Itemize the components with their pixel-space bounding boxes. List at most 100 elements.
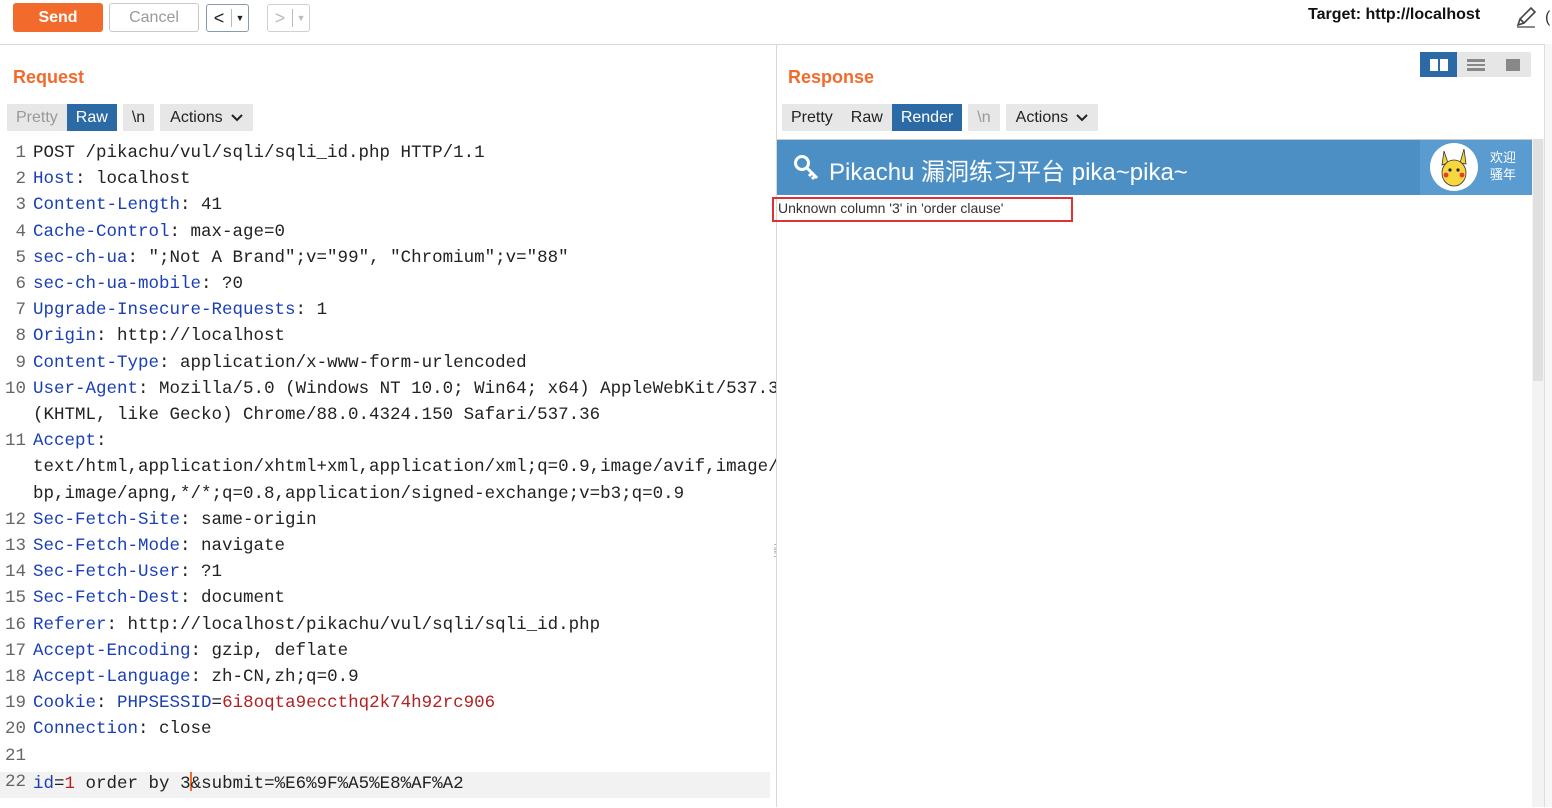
- editor-line[interactable]: 19 Cookie: PHPSESSID=6i8oqta9eccthq2k74h9…: [0, 693, 770, 719]
- line-code: Connection: close: [33, 719, 212, 739]
- tab-render[interactable]: Render: [891, 104, 963, 131]
- line-number: 16: [4, 614, 26, 635]
- header-name: Accept: [33, 431, 97, 452]
- editor-line[interactable]: 8 Origin: http://localhost: [0, 326, 770, 352]
- header-name: Accept-Language: [33, 667, 191, 687]
- header-separator: :: [180, 536, 202, 556]
- editor-line[interactable]: 9 Content-Type: application/x-www-form-ur…: [0, 353, 770, 379]
- header-separator: :: [190, 667, 212, 687]
- pencil-icon[interactable]: [1514, 5, 1538, 29]
- back-history-dropdown-icon[interactable]: ▼: [232, 13, 248, 23]
- editor-line[interactable]: text/html,application/xhtml+xml,applicat…: [0, 457, 800, 483]
- editor-line[interactable]: 12 Sec-Fetch-Site: same-origin: [0, 510, 770, 536]
- forward-nav-button[interactable]: > ▼: [267, 4, 310, 32]
- editor-line[interactable]: 21: [0, 746, 770, 772]
- line-code: User-Agent: Mozilla/5.0 (Windows NT 10.0…: [33, 379, 789, 399]
- header-value: document: [201, 588, 286, 609]
- header-separator: :: [96, 326, 118, 347]
- tab-raw[interactable]: Raw: [841, 104, 892, 131]
- editor-line[interactable]: 20 Connection: close: [0, 719, 770, 745]
- body-text: order by 3: [75, 773, 191, 794]
- layout-side-by-side-button[interactable]: [1420, 52, 1457, 77]
- header-value: text/html,application/xhtml+xml,applicat…: [33, 457, 800, 478]
- editor-line[interactable]: 17 Accept-Encoding: gzip, deflate: [0, 641, 770, 667]
- request-title: Request: [13, 67, 85, 87]
- response-title: Response: [788, 67, 875, 87]
- line-code: Cookie: PHPSESSID=6i8oqta9eccthq2k74h92r…: [33, 693, 495, 713]
- banner-title: Pikachu 漏洞练习平台 pika~pika~: [829, 159, 1188, 186]
- header-name: Origin: [33, 326, 97, 347]
- editor-line[interactable]: bp,image/apng,*/*;q=0.8,application/sign…: [0, 484, 770, 510]
- header-separator: :: [180, 588, 202, 609]
- key-icon: [794, 155, 819, 181]
- request-actions-dropdown[interactable]: Actions: [160, 104, 253, 131]
- tab-newline-toggle[interactable]: \n: [122, 104, 155, 131]
- header-value: navigate: [201, 536, 286, 556]
- line-code: Content-Length: 41: [33, 195, 222, 215]
- inspector-collapsed-strip[interactable]: [1544, 44, 1552, 807]
- header-value: ";Not A Brand";v="99", "Chromium";v="88": [148, 247, 569, 268]
- request-tabs: Pretty Raw \n Actions: [7, 104, 253, 131]
- line-number: 1: [15, 143, 26, 163]
- response-actions-dropdown[interactable]: Actions: [1005, 104, 1099, 131]
- line-code: sec-ch-ua: ";Not A Brand";v="99", "Chrom…: [33, 248, 569, 268]
- editor-line[interactable]: 11 Accept:: [0, 431, 770, 457]
- line-code: sec-ch-ua-mobile: ?0: [33, 274, 243, 294]
- back-nav-button[interactable]: < ▼: [206, 4, 249, 32]
- equals-sign: =: [54, 773, 65, 794]
- header-value: same-origin: [201, 509, 317, 530]
- editor-line[interactable]: 4 Cache-Control: max-age=0: [0, 222, 770, 248]
- header-separator: :: [201, 274, 223, 294]
- tab-raw[interactable]: Raw: [66, 104, 117, 131]
- header-separator: :: [180, 195, 202, 216]
- editor-line[interactable]: 18 Accept-Language: zh-CN,zh;q=0.9: [0, 667, 770, 693]
- header-name: Cache-Control: [33, 221, 170, 242]
- line-code: Origin: http://localhost: [33, 326, 285, 346]
- header-value: http://localhost/pikachu/vul/sqli/sqli_i…: [127, 614, 601, 635]
- editor-line[interactable]: 3 Content-Length: 41: [0, 195, 770, 221]
- response-scrollbar-thumb[interactable]: [1533, 139, 1543, 381]
- line-code: Referer: http://localhost/pikachu/vul/sq…: [33, 615, 600, 635]
- header-value: 1: [316, 300, 328, 321]
- sql-error-message: Unknown column '3' in 'order clause': [778, 200, 1004, 216]
- line-number: 8: [15, 326, 26, 347]
- editor-line[interactable]: 2 Host: localhost: [0, 169, 770, 195]
- tab-pretty[interactable]: Pretty: [782, 104, 842, 131]
- header-name: sec-ch-ua: [33, 247, 128, 268]
- tab-pretty[interactable]: Pretty: [7, 104, 67, 131]
- splitter-handle[interactable]: ⋮ ⋮: [770, 544, 780, 559]
- header-name: Cookie: [33, 693, 97, 714]
- header-separator: :: [180, 509, 202, 530]
- tab-newline-toggle[interactable]: \n: [968, 104, 1000, 131]
- send-button[interactable]: Send: [13, 3, 103, 32]
- editor-line[interactable]: 7 Upgrade-Insecure-Requests: 1: [0, 300, 770, 326]
- layout-stacked-button[interactable]: [1457, 52, 1494, 77]
- help-icon[interactable]: (: [1545, 9, 1550, 27]
- editor-line[interactable]: 5 sec-ch-ua: ";Not A Brand";v="99", "Chro…: [0, 248, 770, 274]
- editor-line[interactable]: 15 Sec-Fetch-Dest: document: [0, 588, 770, 614]
- line-number: 17: [4, 640, 26, 661]
- editor-line[interactable]: (KHTML, like Gecko) Chrome/88.0.4324.150…: [0, 405, 770, 431]
- editor-line[interactable]: 13 Sec-Fetch-Mode: navigate: [0, 536, 770, 562]
- back-arrow-icon[interactable]: <: [207, 8, 231, 29]
- header-value: (KHTML, like Gecko) Chrome/88.0.4324.150…: [33, 405, 601, 425]
- header-separator: :: [75, 169, 97, 190]
- cancel-button[interactable]: Cancel: [109, 3, 199, 32]
- forward-history-dropdown-icon[interactable]: ▼: [293, 13, 309, 23]
- line-code: bp,image/apng,*/*;q=0.8,application/sign…: [33, 484, 684, 504]
- editor-line[interactable]: 14 Sec-Fetch-User: ?1: [0, 562, 770, 588]
- line-number: 4: [15, 221, 26, 242]
- request-editor[interactable]: 1 POST /pikachu/vul/sqli/sqli_id.php HTTP…: [0, 141, 800, 807]
- forward-arrow-icon[interactable]: >: [268, 8, 292, 29]
- editor-line[interactable]: 10 User-Agent: Mozilla/5.0 (Windows NT 10…: [0, 379, 789, 405]
- editor-line[interactable]: 16 Referer: http://localhost/pikachu/vul/…: [0, 615, 770, 641]
- editor-line[interactable]: 6 sec-ch-ua-mobile: ?0: [0, 274, 770, 300]
- layout-tabs-button[interactable]: [1494, 52, 1531, 77]
- body-text: &submit=%E6%9F%A5%E8%AF%A2: [190, 773, 464, 794]
- line-code: Sec-Fetch-Dest: document: [33, 588, 285, 608]
- target-label: Target: http://localhost: [1308, 6, 1481, 23]
- header-separator: :: [190, 640, 212, 661]
- header-value: application/x-www-form-urlencoded: [180, 352, 527, 373]
- body-line[interactable]: 22 id=1 order by 3&submit=%E6%9F%A5%E8%AF…: [0, 771, 770, 798]
- editor-line[interactable]: 1 POST /pikachu/vul/sqli/sqli_id.php HTTP…: [0, 143, 770, 169]
